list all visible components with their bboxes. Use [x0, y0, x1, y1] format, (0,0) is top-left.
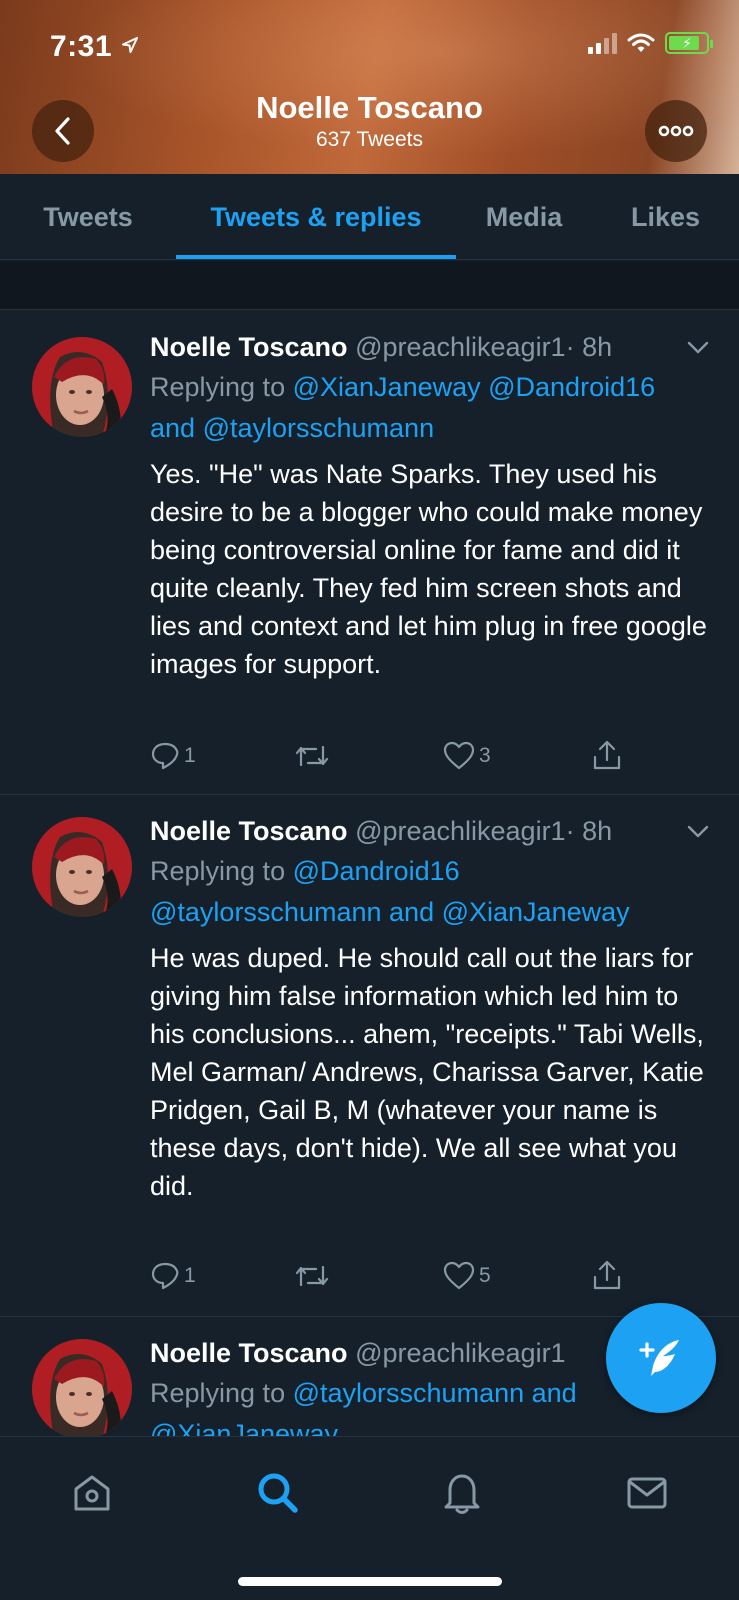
mention-and: and — [389, 897, 435, 927]
compose-feather-icon — [639, 1340, 679, 1376]
avatar-photo — [32, 817, 132, 917]
bottom-nav — [0, 1436, 739, 1600]
mention-link[interactable]: @XianJaneway — [442, 897, 630, 927]
status-time: 7:31 — [50, 30, 139, 64]
mention-link[interactable]: @taylorsschumann — [150, 897, 382, 927]
share-button[interactable] — [592, 739, 622, 771]
like-count: 5 — [479, 1264, 491, 1287]
mention-and: and — [150, 413, 196, 443]
chevron-down-icon[interactable] — [687, 825, 709, 839]
section-divider — [0, 261, 739, 310]
mention-link[interactable]: @Dandroid16 — [293, 856, 460, 886]
author-name[interactable]: Noelle Toscano — [150, 1338, 348, 1368]
active-tab-indicator — [176, 255, 456, 259]
mention-link[interactable]: @XianJaneway @Dandroid16 — [293, 372, 656, 402]
share-button[interactable] — [592, 1259, 622, 1291]
tweet[interactable]: Noelle Toscano @preachlikeagir1· 8h Repl… — [0, 311, 739, 795]
signal-icon — [588, 32, 617, 54]
author-handle[interactable]: @preachlikeagir1 — [355, 332, 566, 362]
author-name[interactable]: Noelle Toscano — [150, 816, 348, 846]
tweet-time: · 8h — [565, 816, 613, 846]
tweet-text: He was duped. He should call out the lia… — [150, 943, 704, 1201]
reply-button[interactable]: 1 — [150, 741, 196, 771]
replying-to: Replying to @XianJaneway @Dandroid16 and… — [150, 372, 656, 443]
wifi-icon — [627, 33, 655, 52]
tab-tweets-and-replies[interactable]: Tweets & replies — [176, 174, 456, 260]
mention-link[interactable]: @XianJaneway — [150, 1419, 338, 1436]
nav-messages[interactable] — [619, 1465, 675, 1521]
tab-media[interactable]: Media — [456, 174, 592, 260]
retweet-button[interactable] — [294, 1261, 330, 1291]
share-icon — [593, 740, 621, 770]
tweet-header: Noelle Toscano @preachlikeagir1· 8h — [150, 813, 711, 849]
share-icon — [593, 1260, 621, 1290]
profile-title: Noelle Toscano 637 Tweets — [0, 90, 739, 152]
mention-link[interactable]: @taylorsschumann — [293, 1378, 525, 1408]
avatar[interactable] — [32, 1339, 132, 1436]
tweet-text: Yes. "He" was Nate Sparks. They used his… — [150, 459, 707, 679]
profile-name: Noelle Toscano — [256, 90, 483, 125]
author-handle[interactable]: @preachlikeagir1 — [355, 1338, 566, 1368]
tab-tweets[interactable]: Tweets — [0, 174, 176, 260]
mention-and: and — [531, 1378, 577, 1408]
retweet-icon — [295, 745, 329, 767]
like-button[interactable]: 3 — [443, 741, 491, 771]
profile-banner: 7:31 ⚡ Noelle Toscano 637 Tweets — [0, 0, 739, 174]
reply-icon — [151, 1262, 179, 1290]
nav-home[interactable] — [64, 1465, 120, 1521]
like-button[interactable]: 5 — [443, 1261, 491, 1291]
reply-button[interactable]: 1 — [150, 1261, 196, 1291]
status-icons: ⚡ — [588, 32, 713, 54]
author-name[interactable]: Noelle Toscano — [150, 332, 348, 362]
tweet-count: 637 Tweets — [315, 128, 424, 151]
retweet-icon — [295, 1265, 329, 1287]
author-handle[interactable]: @preachlikeagir1 — [355, 816, 566, 846]
heart-icon — [443, 741, 475, 770]
nav-notifications[interactable] — [434, 1465, 490, 1521]
avatar-photo — [32, 337, 132, 437]
reply-count: 1 — [184, 1264, 196, 1287]
compose-tweet-button[interactable] — [606, 1303, 716, 1413]
more-icon — [658, 125, 694, 137]
heart-icon — [443, 1261, 475, 1290]
more-options-button[interactable] — [645, 100, 707, 162]
reply-icon — [151, 742, 179, 770]
reply-count: 1 — [184, 744, 196, 767]
retweet-button[interactable] — [294, 741, 330, 771]
tweet-header: Noelle Toscano @preachlikeagir1· 8h — [150, 329, 711, 365]
nav-search[interactable] — [250, 1465, 306, 1521]
tweet-time: · 8h — [565, 332, 613, 362]
avatar[interactable] — [32, 337, 132, 437]
chevron-down-icon[interactable] — [687, 341, 709, 355]
mention-link[interactable]: @taylorsschumann — [203, 413, 435, 443]
avatar[interactable] — [32, 817, 132, 917]
home-icon — [74, 1475, 110, 1511]
like-count: 3 — [479, 744, 491, 767]
status-bar: 7:31 ⚡ — [0, 0, 739, 90]
profile-tabs: Tweets Tweets & replies Media Likes — [0, 174, 739, 260]
battery-charging-icon: ⚡ — [665, 32, 713, 54]
tweet[interactable]: Noelle Toscano @preachlikeagir1· 8h Repl… — [0, 795, 739, 1317]
replying-to: Replying to @Dandroid16 @taylorsschumann… — [150, 856, 630, 927]
bell-icon — [444, 1474, 480, 1514]
avatar-photo — [32, 1339, 132, 1436]
search-icon — [258, 1473, 298, 1513]
mail-icon — [627, 1477, 667, 1509]
tab-likes[interactable]: Likes — [592, 174, 739, 260]
home-indicator[interactable] — [238, 1577, 502, 1586]
location-arrow-icon — [121, 37, 138, 53]
